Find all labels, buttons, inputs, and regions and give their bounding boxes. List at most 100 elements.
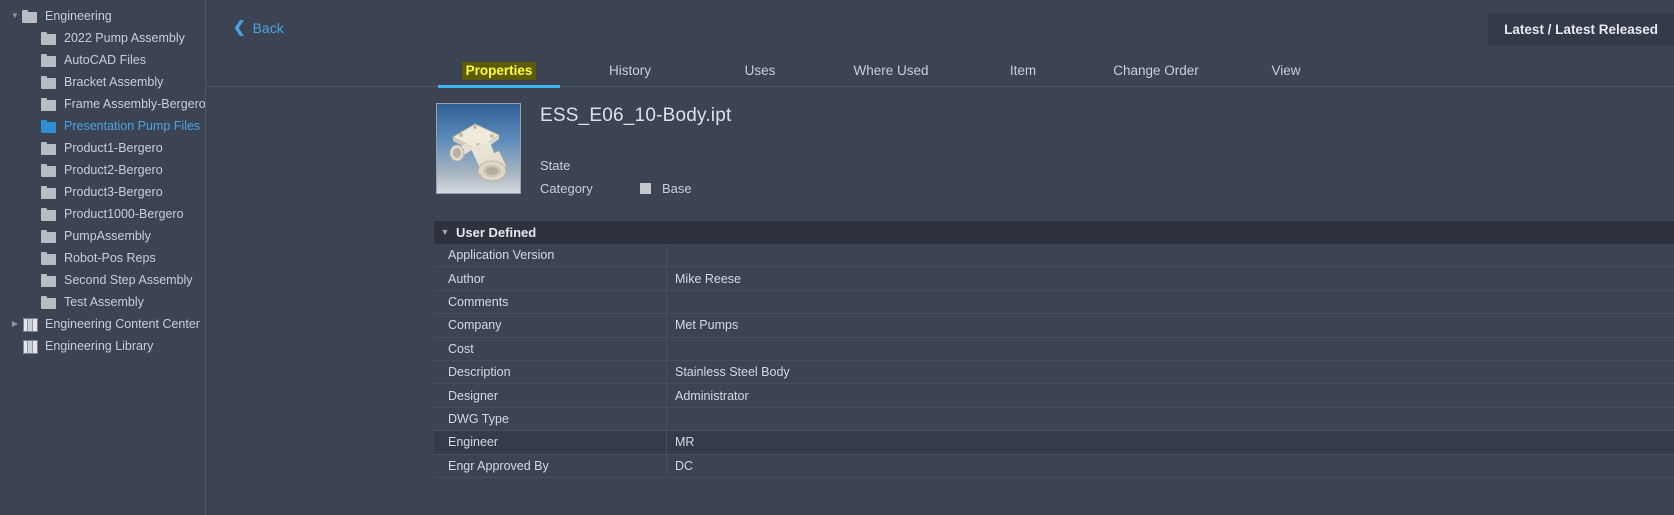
folder-open-icon <box>41 120 57 133</box>
property-value: MR <box>667 431 1674 453</box>
tab-label: Item <box>1006 62 1040 80</box>
property-row[interactable]: DWG Type <box>434 408 1674 431</box>
property-row[interactable]: Application Version <box>434 244 1674 267</box>
tree-item-label: PumpAssembly <box>64 230 151 243</box>
chevron-right-icon[interactable]: ▶ <box>8 320 22 328</box>
file-category-label: Category <box>540 181 640 196</box>
tree-item-label: Product1000-Bergero <box>64 208 184 221</box>
property-value <box>667 408 1674 430</box>
tree-item-product2-bergero[interactable]: Product2-Bergero <box>0 159 205 181</box>
tab-change-order[interactable]: Change Order <box>1086 55 1226 87</box>
tab-label: Change Order <box>1109 62 1203 80</box>
tree-item-engineering-library[interactable]: Engineering Library <box>0 335 205 357</box>
library-icon <box>22 317 38 331</box>
folder-icon <box>41 76 57 89</box>
folder-icon <box>41 54 57 67</box>
folder-icon <box>41 98 57 111</box>
property-value: Administrator <box>667 384 1674 406</box>
folder-icon <box>41 230 57 243</box>
folder-tree-sidebar: ▼ Engineering 2022 Pump Assembly AutoCAD Fi… <box>0 0 206 515</box>
tree-item-robot-pos-reps[interactable]: Robot-Pos Reps <box>0 247 205 269</box>
property-value: DC <box>667 455 1674 477</box>
tree-item-label: Second Step Assembly <box>64 274 193 287</box>
property-value <box>667 291 1674 313</box>
tab-where-used[interactable]: Where Used <box>826 55 956 87</box>
tree-item-label: 2022 Pump Assembly <box>64 32 185 45</box>
tree-item-product1000-bergero[interactable]: Product1000-Bergero <box>0 203 205 225</box>
property-row[interactable]: CompanyMet Pumps <box>434 314 1674 337</box>
tree-item-product3-bergero[interactable]: Product3-Bergero <box>0 181 205 203</box>
tab-uses[interactable]: Uses <box>716 55 804 87</box>
property-value <box>667 244 1674 266</box>
tree-item-product1-bergero[interactable]: Product1-Bergero <box>0 137 205 159</box>
tree-item-test-assembly[interactable]: Test Assembly <box>0 291 205 313</box>
category-swatch-icon <box>640 183 651 194</box>
property-row[interactable]: DescriptionStainless Steel Body <box>434 361 1674 384</box>
folder-icon <box>41 32 57 45</box>
tree-item-label: Engineering Content Center <box>45 318 200 331</box>
library-icon <box>22 339 38 353</box>
property-row[interactable]: AuthorMike Reese <box>434 267 1674 290</box>
tree-item-bracket-assembly[interactable]: Bracket Assembly <box>0 71 205 93</box>
file-title: ESS_E06_10-Body.ipt <box>540 105 731 127</box>
tree-item-label: Engineering Library <box>45 340 153 353</box>
property-row[interactable]: Engr Approved ByDC <box>434 455 1674 478</box>
folder-icon <box>41 208 57 221</box>
property-name: Engineer <box>434 431 667 453</box>
property-row[interactable]: EngineerMR <box>434 431 1674 454</box>
part-thumbnail[interactable] <box>436 103 521 194</box>
latest-released-button[interactable]: Latest / Latest Released <box>1488 13 1674 46</box>
tree-item-label: Test Assembly <box>64 296 144 309</box>
file-state-label: State <box>540 158 640 173</box>
tab-properties[interactable]: Properties <box>438 55 560 87</box>
tab-label: Where Used <box>849 62 932 80</box>
file-category-value: Base <box>662 181 692 196</box>
user-defined-section-title: User Defined <box>456 225 536 240</box>
user-defined-section-header[interactable]: ▼ User Defined <box>434 221 1674 244</box>
main-content-pane: ❮ Back Latest / Latest Released Properti… <box>206 0 1674 515</box>
property-name: Author <box>434 267 667 289</box>
vault-properties-window: ▼ Engineering 2022 Pump Assembly AutoCAD Fi… <box>0 0 1674 515</box>
tree-item-second-step-assembly[interactable]: Second Step Assembly <box>0 269 205 291</box>
tree-item-label: Robot-Pos Reps <box>64 252 156 265</box>
tree-item-label: Frame Assembly-Bergero <box>64 98 206 111</box>
property-name: Designer <box>434 384 667 406</box>
chevron-down-icon[interactable]: ▼ <box>8 12 22 20</box>
tree-item-label: Product1-Bergero <box>64 142 163 155</box>
property-row[interactable]: Comments <box>434 291 1674 314</box>
tab-history[interactable]: History <box>580 55 680 87</box>
tree-item-2022-pump-assembly[interactable]: 2022 Pump Assembly <box>0 27 205 49</box>
latest-released-label: Latest / Latest Released <box>1504 22 1658 37</box>
tree-item-engineering[interactable]: ▼ Engineering <box>0 5 205 27</box>
tab-label: History <box>605 62 655 80</box>
tree-item-presentation-pump-files[interactable]: Presentation Pump Files <box>0 115 205 137</box>
file-category-row: Category Base <box>540 181 692 196</box>
tree-item-label: Engineering <box>45 10 112 23</box>
tab-view[interactable]: View <box>1246 55 1326 87</box>
property-value: Mike Reese <box>667 267 1674 289</box>
property-name: Application Version <box>434 244 667 266</box>
folder-icon <box>22 10 38 23</box>
tree-item-label: Presentation Pump Files <box>64 120 200 133</box>
tree-item-label: AutoCAD Files <box>64 54 146 67</box>
property-name: Cost <box>434 338 667 360</box>
tree-item-label: Product3-Bergero <box>64 186 163 199</box>
tab-label: Uses <box>741 62 780 80</box>
tab-label: Properties <box>462 62 537 80</box>
tab-item[interactable]: Item <box>981 55 1065 87</box>
property-row[interactable]: DesignerAdministrator <box>434 384 1674 407</box>
property-name: Engr Approved By <box>434 455 667 477</box>
tree-item-pumpassembly[interactable]: PumpAssembly <box>0 225 205 247</box>
property-name: Comments <box>434 291 667 313</box>
tree-item-frame-assembly-bergero[interactable]: Frame Assembly-Bergero <box>0 93 205 115</box>
back-button[interactable]: ❮ Back <box>233 20 284 36</box>
property-row[interactable]: Cost <box>434 338 1674 361</box>
property-name: DWG Type <box>434 408 667 430</box>
twisty-spacer <box>8 342 22 350</box>
tree-item-autocad-files[interactable]: AutoCAD Files <box>0 49 205 71</box>
property-value: Met Pumps <box>667 314 1674 336</box>
tree-item-engineering-content-center[interactable]: ▶ Engineering Content Center <box>0 313 205 335</box>
properties-table: Application VersionAuthorMike ReeseComme… <box>206 244 1674 515</box>
tab-label: View <box>1267 62 1304 80</box>
file-state-row: State <box>540 158 640 173</box>
